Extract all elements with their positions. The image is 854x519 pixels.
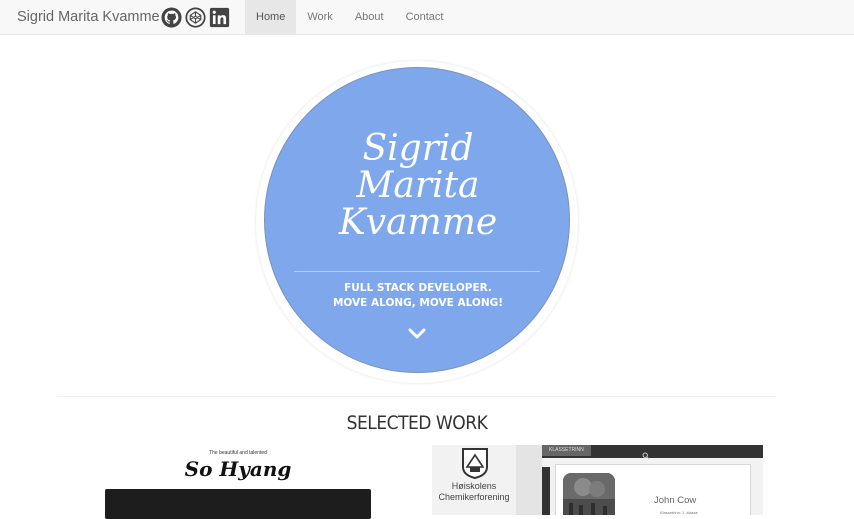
nav-contact[interactable]: Contact	[395, 0, 455, 35]
section-title: SELECTED WORK	[346, 412, 488, 434]
main-nav: Home Work About Contact	[245, 0, 454, 35]
hero-name-line: Sigrid	[362, 128, 474, 169]
nav-work[interactable]: Work	[296, 0, 343, 35]
top-bar: KLASSETRINN	[542, 445, 763, 460]
work-item-subtitle: The beautiful and talented	[209, 450, 267, 456]
hero-tagline-line: FULL STACK DEVELOPER.	[344, 282, 492, 294]
codepen-icon[interactable]	[185, 7, 206, 28]
sidebar-panel	[516, 445, 542, 515]
profile-card: John Cow Klassetrinn: 1. klasse	[555, 464, 751, 515]
work-item-chemikerforening[interactable]: Høiskolens Chemikerforening KLASSETRINN …	[432, 445, 763, 515]
column-strip	[542, 467, 550, 515]
work-item-so-hyang[interactable]: The beautiful and talented So Hyang	[105, 445, 371, 519]
work-item-title: So Hyang	[184, 457, 292, 481]
hero-tagline: FULL STACK DEVELOPER. MOVE ALONG, MOVE A…	[265, 281, 569, 311]
org-name-line: Høiskolens	[451, 481, 497, 491]
hero-circle: Sigrid Marita Kvamme FULL STACK DEVELOPE…	[264, 67, 570, 373]
nav-home[interactable]: Home	[245, 0, 297, 35]
org-name: Høiskolens Chemikerforening	[432, 481, 516, 503]
section-divider	[57, 396, 776, 397]
shield-logo-icon	[461, 447, 489, 480]
hero-tagline-line: MOVE ALONG, MOVE ALONG!	[332, 297, 504, 309]
nav-about[interactable]: About	[344, 0, 395, 35]
chevron-down-icon[interactable]	[407, 327, 427, 341]
linkedin-icon[interactable]	[209, 7, 230, 28]
person-info: Klassetrinn: 1. klasse	[660, 510, 698, 515]
navbar: Sigrid Marita Kvamme Home Work About Con…	[0, 0, 854, 35]
social-links	[161, 7, 230, 28]
hero-name-line: Marita	[356, 165, 480, 206]
hero-name: Sigrid Marita Kvamme	[265, 128, 569, 243]
avatar	[563, 473, 615, 515]
bar-label: KLASSETRINN	[542, 445, 591, 456]
person-name: John Cow	[654, 495, 697, 506]
org-name-line: Chemikerforening	[438, 492, 510, 502]
github-icon[interactable]	[161, 7, 182, 28]
hero-divider	[294, 271, 540, 272]
brand-name[interactable]: Sigrid Marita Kvamme	[17, 9, 160, 25]
hero-name-line: Kvamme	[338, 202, 498, 243]
search-icon	[642, 447, 650, 460]
